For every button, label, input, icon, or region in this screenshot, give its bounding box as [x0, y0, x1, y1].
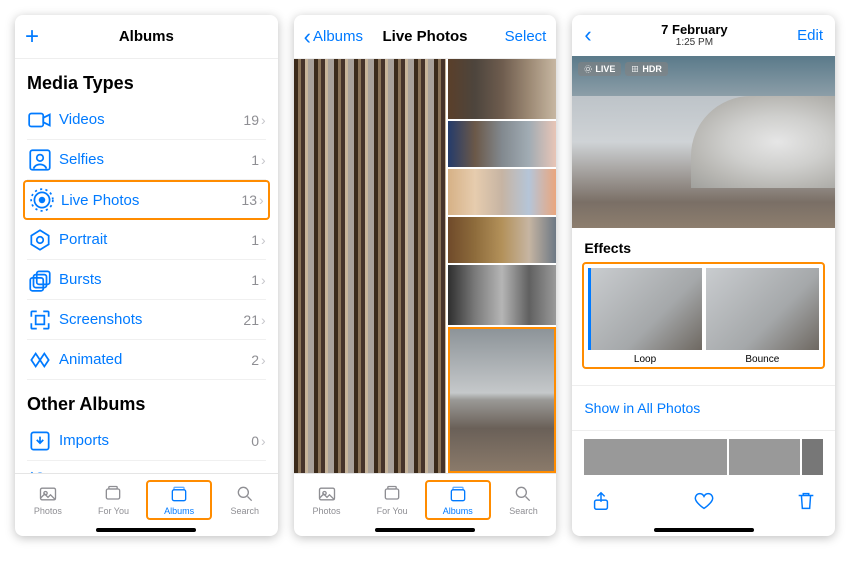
photo-badges: LIVE HDR: [578, 62, 668, 76]
tab-albums[interactable]: Albums: [146, 480, 212, 520]
effect-loop[interactable]: Loop: [588, 268, 701, 365]
burst-icon: [27, 267, 53, 293]
effect-bounce[interactable]: Bounce: [706, 268, 819, 365]
selfie-icon: [27, 147, 53, 173]
tab-photos[interactable]: Photos: [15, 484, 81, 516]
nav-bar: ‹Albums Live Photos Select: [294, 15, 557, 59]
home-indicator: [15, 523, 278, 536]
albums-content: Media Types Videos 19 › Selfies 1 › Live…: [15, 59, 278, 473]
photo-thumb-selected[interactable]: [448, 327, 556, 473]
nav-title: Albums: [85, 28, 208, 45]
chevron-right-icon: ›: [261, 232, 266, 248]
tab-for-you[interactable]: For You: [359, 484, 425, 516]
nav-bar: + Albums: [15, 15, 278, 59]
section-media-types: Media Types: [27, 73, 266, 94]
chevron-right-icon: ›: [261, 152, 266, 168]
screenshot-icon: [27, 307, 53, 333]
tab-search[interactable]: Search: [491, 484, 557, 516]
nav-title: Live Photos: [364, 28, 487, 45]
photo-preview[interactable]: LIVE HDR: [572, 56, 835, 228]
chevron-left-icon: ‹: [304, 24, 311, 50]
live-photo-icon: [29, 187, 55, 213]
row-hidden[interactable]: Hidden 0 ›: [27, 461, 266, 473]
nav-title: 7 February 1:25 PM: [592, 22, 797, 48]
photo-grid: [294, 59, 557, 473]
chevron-left-icon: ‹: [584, 22, 591, 47]
effect-preview: [706, 268, 819, 350]
home-indicator: [572, 524, 835, 536]
video-icon: [27, 107, 53, 133]
photo-thumb[interactable]: [802, 439, 823, 475]
photo-thumb[interactable]: [448, 121, 556, 167]
chevron-right-icon: ›: [261, 352, 266, 368]
effect-preview: [588, 268, 701, 350]
row-selfies[interactable]: Selfies 1 ›: [27, 140, 266, 180]
chevron-right-icon: ›: [261, 112, 266, 128]
share-button[interactable]: [590, 490, 612, 517]
back-button[interactable]: ‹: [584, 22, 591, 48]
effects-row: Loop Bounce: [582, 262, 825, 369]
section-other-albums: Other Albums: [27, 394, 266, 415]
chevron-right-icon: ›: [261, 433, 266, 449]
home-indicator: [294, 523, 557, 536]
related-thumbs: [572, 431, 835, 483]
row-screenshots[interactable]: Screenshots 21 ›: [27, 300, 266, 340]
favorite-button[interactable]: [693, 490, 715, 517]
photo-thumb[interactable]: [448, 217, 556, 263]
edit-button[interactable]: Edit: [797, 27, 823, 44]
portrait-icon: [27, 227, 53, 253]
live-photos-album-screen: ‹Albums Live Photos Select Photos For Yo…: [294, 15, 557, 536]
photo-thumb[interactable]: [294, 59, 446, 473]
tab-for-you[interactable]: For You: [81, 484, 147, 516]
tab-photos[interactable]: Photos: [294, 484, 360, 516]
delete-button[interactable]: [795, 490, 817, 517]
chevron-right-icon: ›: [261, 272, 266, 288]
photo-thumb[interactable]: [584, 439, 726, 475]
back-button[interactable]: ‹Albums: [304, 24, 364, 50]
select-button[interactable]: Select: [486, 28, 546, 45]
photo-detail-screen: ‹ 7 February 1:25 PM Edit LIVE HDR Effec…: [572, 15, 835, 536]
effects-heading: Effects: [584, 240, 823, 256]
photo-thumb[interactable]: [448, 59, 556, 119]
tab-albums[interactable]: Albums: [425, 480, 491, 520]
import-icon: [27, 428, 53, 454]
photo-thumb[interactable]: [448, 169, 556, 215]
bottom-toolbar: [572, 483, 835, 524]
photo-thumb[interactable]: [448, 265, 556, 325]
chevron-right-icon: ›: [261, 312, 266, 328]
live-badge: LIVE: [578, 62, 621, 76]
albums-screen: + Albums Media Types Videos 19 › Selfies…: [15, 15, 278, 536]
row-portrait[interactable]: Portrait 1 ›: [27, 220, 266, 260]
row-live-photos[interactable]: Live Photos 13 ›: [23, 180, 270, 220]
photo-thumb[interactable]: [729, 439, 800, 475]
tab-search[interactable]: Search: [212, 484, 278, 516]
tab-bar: Photos For You Albums Search: [294, 473, 557, 523]
hdr-badge: HDR: [625, 62, 668, 76]
tab-bar: Photos For You Albums Search: [15, 473, 278, 523]
animated-icon: [27, 347, 53, 373]
nav-bar: ‹ 7 February 1:25 PM Edit: [572, 15, 835, 56]
row-videos[interactable]: Videos 19 ›: [27, 100, 266, 140]
row-animated[interactable]: Animated 2 ›: [27, 340, 266, 380]
show-in-all-photos-link[interactable]: Show in All Photos: [572, 385, 835, 431]
row-imports[interactable]: Imports 0 ›: [27, 421, 266, 461]
chevron-right-icon: ›: [259, 192, 264, 208]
row-bursts[interactable]: Bursts 1 ›: [27, 260, 266, 300]
add-button[interactable]: +: [25, 23, 39, 51]
